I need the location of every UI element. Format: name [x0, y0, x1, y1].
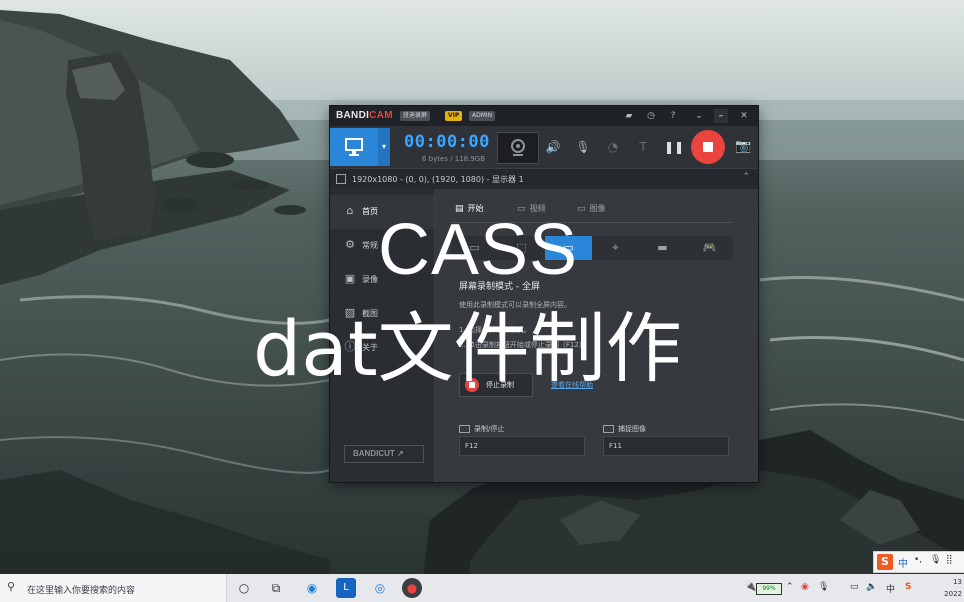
- browser-app-icon[interactable]: ◎: [370, 578, 390, 598]
- battery-indicator[interactable]: 99%: [756, 583, 782, 595]
- bandicam-taskbar-icon[interactable]: ●: [402, 578, 422, 598]
- ime-mode-icon[interactable]: 中: [886, 582, 895, 595]
- sogou-logo-icon[interactable]: S: [877, 554, 893, 570]
- fullscreen-mode-button[interactable]: [330, 128, 378, 166]
- bandicam-window: BANDICAM 班迪录屏 VIP ADMIN ▰ ◷ ? ⌄ – ✕ ▾ 00…: [330, 106, 758, 482]
- chevron-up-icon[interactable]: ⌃: [742, 172, 750, 182]
- collapse-icon[interactable]: ⌄: [692, 109, 706, 123]
- system-clock[interactable]: 13 2022: [940, 576, 962, 600]
- search-icon: ⚲: [7, 580, 16, 593]
- help-icon[interactable]: ?: [666, 109, 680, 123]
- bandicam-logo: BANDICAM: [336, 110, 393, 121]
- ime-language-toggle[interactable]: 中: [898, 555, 908, 570]
- image-folder-icon: ▭: [577, 204, 586, 214]
- volume-icon[interactable]: 🔈: [866, 582, 877, 592]
- capture-area-bar[interactable]: 1920x1080 - (0, 0), (1920, 1080) - 显示器 1…: [330, 168, 758, 189]
- keyboard-icon: [603, 425, 614, 433]
- speaker-icon[interactable]: 🔊: [544, 139, 562, 155]
- taskbar: ⚲ 在这里输入你要搜索的内容 ○ ⧉ ◉ L ◎ ● 🔌 99% ⌃ ◉ 🎙 ▭…: [0, 574, 964, 602]
- area-icon: [336, 174, 346, 184]
- hotkey-record-label: 录制/停止: [459, 424, 504, 434]
- tray-mic-icon[interactable]: 🎙: [818, 582, 829, 592]
- sogou-tray-icon[interactable]: S: [905, 582, 911, 592]
- device-mode-button[interactable]: ▬: [639, 236, 686, 260]
- screenshot-camera-icon[interactable]: 📷: [735, 139, 751, 155]
- hotkey-capture-label: 捕捉图像: [603, 424, 646, 434]
- punctuation-icon[interactable]: •,: [914, 555, 922, 565]
- keyboard-grid-icon[interactable]: ⣿: [946, 555, 953, 565]
- mouse-area-mode-button[interactable]: ⌖: [592, 236, 639, 260]
- network-icon[interactable]: ▭: [850, 582, 859, 592]
- sidebar-item-label: 录像: [362, 275, 378, 284]
- capture-area-text: 1920x1080 - (0, 0), (1920, 1080) - 显示器 1: [352, 175, 524, 184]
- pause-button[interactable]: ❚❚: [664, 139, 684, 155]
- overlay-title-line1: CASS: [378, 210, 579, 290]
- keyboard-icon: [459, 425, 470, 433]
- microphone-icon[interactable]: 🎙: [574, 139, 592, 155]
- hotkey-record-field[interactable]: F12: [459, 436, 585, 456]
- text-overlay-icon[interactable]: T: [634, 139, 652, 155]
- bandicut-button[interactable]: BANDICUT ↗: [344, 445, 424, 463]
- search-input[interactable]: 在这里输入你要搜索的内容: [27, 583, 135, 596]
- overlay-title-line2: dat文件制作: [253, 304, 682, 393]
- folder-icon[interactable]: ▰: [622, 109, 636, 123]
- minimize-button[interactable]: –: [714, 109, 728, 123]
- webcam-button[interactable]: [497, 132, 539, 164]
- gear-icon: ⚙: [345, 238, 355, 251]
- badge-cn: 班迪录屏: [400, 111, 431, 121]
- task-view-icon[interactable]: ⧉: [266, 578, 286, 598]
- sidebar-item-label: 首页: [362, 207, 378, 216]
- video-icon: ▣: [344, 272, 356, 285]
- mic-icon[interactable]: 🎙: [930, 555, 941, 565]
- mouse-effect-icon[interactable]: ◔: [604, 139, 622, 155]
- webcam-icon: [511, 139, 525, 156]
- cortana-icon[interactable]: ○: [234, 578, 254, 598]
- stop-record-button[interactable]: [691, 130, 725, 164]
- vip-badge: VIP: [445, 111, 463, 121]
- app-icon[interactable]: L: [336, 578, 356, 598]
- edge-browser-icon[interactable]: ◉: [302, 578, 322, 598]
- record-timer: 00:00:00: [404, 132, 490, 152]
- ime-toolbar: S 中 •, 🎙 ⣿: [873, 551, 964, 573]
- toolbar: ▾ 00:00:00 6 bytes / 118.9GB 🔊 🎙 ◔ T ❚❚ …: [330, 126, 758, 168]
- sidebar-item-label: 常规: [362, 241, 378, 250]
- mode-dropdown-button[interactable]: ▾: [378, 128, 390, 166]
- game-mode-button[interactable]: 🎮: [686, 236, 733, 260]
- tray-record-icon[interactable]: ◉: [801, 582, 809, 592]
- taskbar-search[interactable]: ⚲ 在这里输入你要搜索的内容: [0, 574, 227, 602]
- tray-chevron-icon[interactable]: ⌃: [786, 582, 794, 592]
- file-size-text: 6 bytes / 118.9GB: [422, 155, 486, 163]
- close-button[interactable]: ✕: [737, 109, 751, 123]
- monitor-icon: [345, 138, 363, 156]
- clock-icon[interactable]: ◷: [644, 109, 658, 123]
- title-bar[interactable]: BANDICAM 班迪录屏 VIP ADMIN ▰ ◷ ? ⌄ – ✕: [330, 106, 758, 126]
- power-plug-icon: 🔌: [745, 582, 757, 592]
- home-icon: ⌂: [346, 204, 354, 217]
- admin-badge: ADMIN: [469, 111, 496, 121]
- tab-image[interactable]: ▭ 图像: [577, 203, 606, 214]
- hotkey-capture-field[interactable]: F11: [603, 436, 729, 456]
- chevron-down-icon: ▾: [381, 142, 386, 151]
